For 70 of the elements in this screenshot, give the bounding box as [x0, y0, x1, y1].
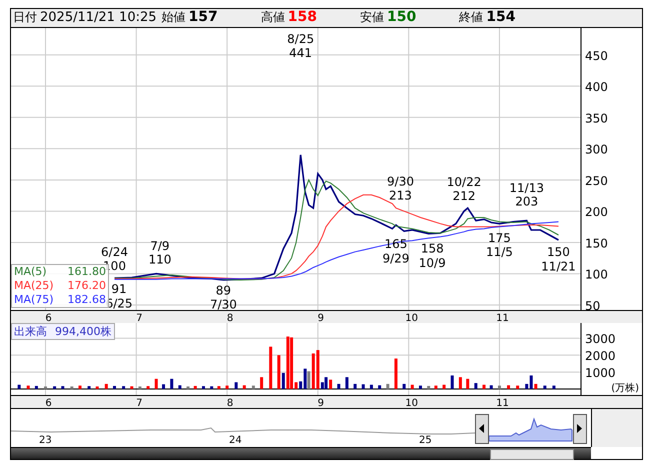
y-axis-label: 450: [585, 48, 608, 63]
month-label: 9: [318, 398, 324, 409]
price-annotation: 6/24: [101, 245, 128, 260]
y-axis-label: 200: [585, 205, 608, 220]
legend-label: MA(25): [14, 279, 54, 293]
quote-value: 157: [188, 9, 218, 25]
y-axis-label: 100: [585, 268, 608, 282]
price-annotation: 11/21: [541, 260, 576, 274]
month-label: 11: [496, 398, 509, 409]
price-annotation: 9/30: [387, 174, 414, 189]
legend-value: 176.20: [68, 279, 106, 293]
y-axis-label: 400: [585, 80, 608, 94]
month-label: 6: [45, 398, 52, 409]
quote-value: 154: [486, 9, 516, 25]
price-annotation: 11/5: [486, 245, 513, 260]
legend-value: 161.80: [68, 265, 106, 279]
date-label: 日付: [13, 9, 37, 26]
year-label: 23: [39, 435, 52, 446]
volume-label: 出来高: [14, 324, 47, 339]
price-annotation: 7/9: [150, 238, 170, 253]
y-axis-label: 50: [585, 299, 600, 313]
range-handle[interactable]: [573, 414, 587, 444]
price-annotation: 11/13: [509, 180, 544, 195]
month-label: 8: [226, 313, 234, 323]
scrollbar-thumb[interactable]: [490, 449, 574, 460]
date-value: 2025/11/21 10:25: [40, 10, 157, 25]
price-annotation: 7/30: [210, 298, 237, 312]
price-annotation: 203: [515, 194, 538, 209]
price-annotation: 91: [111, 282, 127, 296]
month-label: 10: [405, 313, 418, 323]
price-annotation: 10/9: [418, 256, 446, 270]
quote-label: 高値: [260, 9, 285, 26]
y-axis-label: 1000: [585, 366, 616, 380]
y-axis-label: 2000: [585, 349, 616, 364]
legend-label: MA(75): [14, 293, 54, 307]
quote-label: 終値: [459, 9, 484, 26]
quote-label: 始値: [162, 9, 186, 26]
year-label: 24: [229, 435, 242, 446]
price-annotation: 175: [488, 230, 511, 245]
legend-value: 182.68: [68, 293, 106, 307]
price-annotation: 8/25: [287, 32, 314, 46]
range-handle[interactable]: [475, 414, 489, 444]
month-label: 8: [226, 398, 234, 409]
price-annotation: 158: [420, 241, 444, 256]
price-annotation: 110: [148, 252, 172, 267]
price-annotation: 150: [547, 245, 570, 260]
month-label: 7: [136, 398, 142, 409]
price-annotation: 9/29: [382, 251, 410, 266]
unit-label: (万株): [611, 383, 639, 394]
y-axis-label: 300: [585, 142, 608, 157]
price-annotation: 89: [216, 283, 232, 298]
quote-value: 158: [288, 9, 317, 25]
month-label: 9: [318, 313, 324, 323]
price-annotation: 213: [389, 188, 412, 202]
quote-value: 150: [387, 9, 416, 25]
price-annotation: 212: [452, 188, 476, 203]
month-label: 7: [136, 313, 142, 323]
y-axis-label: 150: [585, 236, 608, 250]
y-axis-label: 3000: [585, 332, 616, 346]
legend-label: MA(5): [14, 265, 47, 279]
month-label: 10: [405, 398, 418, 409]
month-label: 6: [45, 313, 52, 323]
quote-label: 安値: [360, 9, 384, 26]
price-annotation: 441: [289, 46, 312, 60]
y-axis-label: 350: [585, 111, 608, 126]
volume-total: 994,400株: [55, 324, 112, 339]
year-label: 25: [419, 435, 432, 446]
price-annotation: 10/22: [446, 175, 482, 190]
y-axis-label: 250: [585, 174, 608, 188]
month-label: 11: [496, 313, 509, 323]
